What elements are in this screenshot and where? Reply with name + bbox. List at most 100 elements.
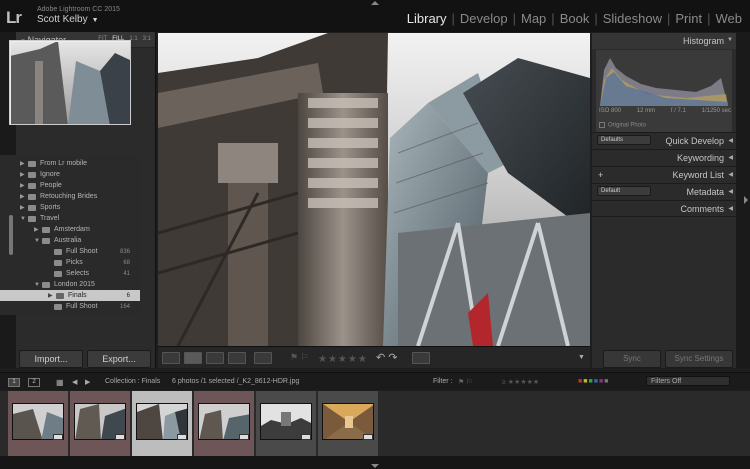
keywording-header[interactable]: Keywording ◀ bbox=[592, 149, 736, 166]
filmstrip-thumbnail[interactable] bbox=[256, 391, 316, 456]
module-web[interactable]: Web bbox=[714, 11, 745, 26]
loupe-view-button[interactable] bbox=[184, 352, 202, 364]
expand-triangle-icon: ◀ bbox=[728, 138, 733, 144]
iso-value: ISO 800 bbox=[599, 108, 622, 114]
expand-triangle-icon[interactable]: ▶ bbox=[48, 292, 56, 299]
module-print[interactable]: Print bbox=[673, 11, 704, 26]
folder-row[interactable]: Full Shoot 836 bbox=[0, 246, 140, 257]
expand-triangle-icon[interactable]: ▶ bbox=[20, 182, 28, 189]
folder-row[interactable]: ▶ Sports bbox=[0, 202, 140, 213]
back-arrow-icon[interactable]: ◀ bbox=[72, 378, 77, 386]
crop-info-button[interactable] bbox=[412, 352, 430, 364]
filmstrip-thumbnail[interactable] bbox=[194, 391, 254, 456]
checkbox-icon bbox=[599, 122, 605, 128]
folder-row[interactable]: ▶ From Lr mobile bbox=[0, 158, 140, 169]
expand-triangle-icon[interactable]: ▶ bbox=[20, 204, 28, 211]
folder-icon bbox=[54, 303, 62, 310]
comments-header[interactable]: Comments ◀ bbox=[592, 200, 736, 217]
import-button[interactable]: Import... bbox=[19, 350, 83, 368]
expand-triangle-icon[interactable]: ▶ bbox=[34, 226, 42, 233]
toolbar-menu-chevron-icon[interactable]: ▼ bbox=[578, 354, 585, 361]
filmstrip-thumbnail-selected[interactable] bbox=[132, 391, 192, 456]
grid-icon[interactable]: ▦ bbox=[56, 378, 64, 387]
folder-row[interactable]: ▶ Ignore bbox=[0, 169, 140, 180]
metadata-badge-icon bbox=[115, 434, 125, 440]
module-library[interactable]: Library bbox=[405, 11, 449, 26]
module-book[interactable]: Book bbox=[558, 11, 592, 26]
flag-icons[interactable]: ⚑ ⚐ bbox=[290, 352, 309, 363]
library-toolbar: ▼ bbox=[158, 346, 590, 368]
right-panel-toggle-icon[interactable] bbox=[744, 196, 748, 204]
rotate-icons[interactable]: ↶ ↷ bbox=[376, 351, 398, 364]
bottom-panel-toggle-icon[interactable] bbox=[371, 464, 379, 468]
grid-view-button[interactable] bbox=[162, 352, 180, 364]
folder-row[interactable]: ▶ Amsterdam bbox=[0, 224, 140, 235]
compare-view-button[interactable] bbox=[206, 352, 224, 364]
quick-develop-preset-select[interactable]: Defaults bbox=[597, 135, 651, 145]
folder-icon bbox=[54, 259, 62, 266]
star-rating[interactable]: ★★★★★ bbox=[318, 354, 368, 365]
filmstrip-thumbnail[interactable] bbox=[70, 391, 130, 456]
color-label-filter[interactable]: ■■■■■■ bbox=[578, 378, 609, 385]
folder-row[interactable]: ▼ Travel bbox=[0, 213, 140, 224]
add-keyword-icon[interactable]: + bbox=[598, 170, 603, 180]
original-photo-label: Original Photo bbox=[608, 122, 647, 129]
forward-arrow-icon[interactable]: ▶ bbox=[85, 378, 90, 386]
user-name: Scott Kelby bbox=[37, 14, 88, 25]
sync-settings-button[interactable]: Sync Settings bbox=[665, 350, 733, 368]
folder-icon bbox=[42, 281, 50, 288]
expand-triangle-icon[interactable]: ▶ bbox=[20, 193, 28, 200]
folder-label: Australia bbox=[54, 237, 82, 244]
filter-presets-select[interactable]: Filters Off bbox=[646, 376, 730, 386]
flag-filter-icons[interactable]: ⚑ ⚐ bbox=[458, 378, 473, 386]
navigator-preview[interactable] bbox=[9, 40, 131, 125]
expand-triangle-icon: ◀ bbox=[728, 172, 733, 178]
folder-row-selected[interactable]: ▶ Finals 6 bbox=[0, 290, 140, 301]
collapse-triangle-icon[interactable]: ▼ bbox=[20, 216, 28, 222]
sync-button[interactable]: Sync bbox=[603, 350, 661, 368]
keyword-list-header[interactable]: + Keyword List ◀ bbox=[592, 166, 736, 183]
folder-row[interactable]: Full Shoot 164 bbox=[0, 301, 140, 312]
expand-triangle-icon[interactable]: ▶ bbox=[20, 160, 28, 167]
folder-row[interactable]: Picks 68 bbox=[0, 257, 140, 268]
left-panel-scrollbar[interactable] bbox=[9, 215, 13, 255]
module-develop[interactable]: Develop bbox=[458, 11, 510, 26]
people-view-button[interactable] bbox=[254, 352, 272, 364]
folder-label: People bbox=[40, 182, 62, 189]
secondary-window-button[interactable]: 2 bbox=[28, 378, 40, 387]
zoom-3-1[interactable]: 3:1 bbox=[143, 36, 151, 42]
primary-window-button[interactable]: 1 bbox=[8, 378, 20, 387]
selection-count[interactable]: 6 photos /1 selected /_K2_8612-HDR.jpg bbox=[172, 378, 299, 385]
top-panel-toggle-icon[interactable] bbox=[371, 1, 379, 5]
filmstrip-thumbnail[interactable] bbox=[8, 391, 68, 456]
module-map[interactable]: Map bbox=[519, 11, 548, 26]
collapse-triangle-icon[interactable]: ▼ bbox=[34, 282, 42, 288]
preset-label: Default bbox=[601, 188, 621, 194]
collection-label[interactable]: Collection : Finals bbox=[105, 378, 160, 385]
metadata-preset-select[interactable]: Default bbox=[597, 186, 651, 196]
export-button[interactable]: Export... bbox=[87, 350, 151, 368]
folder-row[interactable]: ▶ Retouching Brides bbox=[0, 191, 140, 202]
histogram-header[interactable]: Histogram ▼ bbox=[592, 32, 736, 49]
collapse-triangle-icon[interactable]: ▼ bbox=[34, 238, 42, 244]
folder-row[interactable]: ▼ London 2015 bbox=[0, 279, 140, 290]
rating-filter[interactable]: ≥ ★★★★★ bbox=[502, 378, 539, 386]
folder-row[interactable]: ▶ People bbox=[0, 180, 140, 191]
module-divider: | bbox=[707, 11, 711, 26]
expand-triangle-icon[interactable]: ▶ bbox=[20, 171, 28, 178]
expand-triangle-icon: ◀ bbox=[728, 155, 733, 161]
folder-row[interactable]: Selects 41 bbox=[0, 268, 140, 279]
filter-label: Filter : bbox=[433, 378, 453, 385]
folder-row[interactable]: ▼ Australia bbox=[0, 235, 140, 246]
main-photo[interactable] bbox=[158, 33, 590, 346]
expand-triangle-icon: ◀ bbox=[728, 206, 733, 212]
identity-plate[interactable]: Scott Kelby ▼ bbox=[37, 14, 99, 25]
original-photo-toggle[interactable]: Original Photo bbox=[599, 122, 646, 129]
folder-label: From Lr mobile bbox=[40, 160, 88, 167]
keywording-title: Keywording bbox=[676, 153, 724, 163]
quick-develop-title: Quick Develop bbox=[665, 136, 724, 146]
metadata-badge-icon bbox=[363, 434, 373, 440]
filmstrip-thumbnail[interactable] bbox=[318, 391, 378, 456]
module-slideshow[interactable]: Slideshow bbox=[601, 11, 664, 26]
survey-view-button[interactable] bbox=[228, 352, 246, 364]
